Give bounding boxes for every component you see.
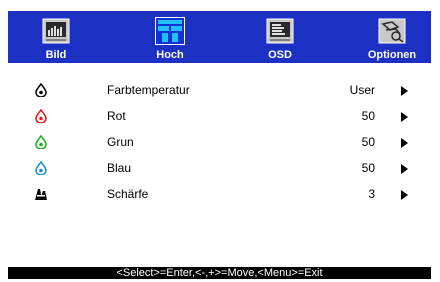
menu-tab-bar: Bild Hoch OSD Optionen — [8, 11, 431, 63]
tab-bild[interactable]: Bild — [20, 11, 92, 63]
green-drop-icon — [35, 135, 47, 149]
blue-drop-icon — [35, 161, 47, 175]
tab-label: Optionen — [367, 49, 417, 61]
setting-value: 50 — [361, 135, 375, 149]
osd-menu: Bild Hoch OSD Optionen Farbtemperatur Us… — [8, 11, 431, 279]
setting-row-schaerfe[interactable]: Schärfe 3 — [8, 181, 431, 207]
setting-label: Blau — [107, 161, 132, 175]
setting-row-farbtemperatur[interactable]: Farbtemperatur User — [8, 77, 431, 103]
arrow-right-icon[interactable] — [401, 86, 408, 96]
tab-hoch[interactable]: Hoch — [138, 11, 202, 63]
setting-value: 3 — [368, 187, 375, 201]
red-drop-icon — [35, 109, 47, 123]
setting-label: Schärfe — [107, 187, 149, 201]
sharpness-icon — [35, 189, 47, 200]
options-icon — [378, 18, 406, 44]
osd-icon — [266, 18, 294, 44]
arrow-right-icon[interactable] — [401, 190, 408, 200]
status-bar: <Select>=Enter,<-,+>=Move,<Menu>=Exit — [8, 267, 431, 279]
setting-row-blau[interactable]: Blau 50 — [8, 155, 431, 181]
setting-row-rot[interactable]: Rot 50 — [8, 103, 431, 129]
setting-label: Rot — [107, 109, 126, 123]
setting-value: 50 — [361, 161, 375, 175]
color-temperature-icon — [35, 83, 47, 97]
setting-value: User — [349, 83, 375, 97]
setting-row-grun[interactable]: Grun 50 — [8, 129, 431, 155]
setting-value: 50 — [361, 109, 375, 123]
tab-label: OSD — [268, 49, 292, 61]
settings-list: Farbtemperatur User Rot 50 Grun 50 Blau … — [8, 63, 431, 207]
setting-label: Grun — [107, 135, 134, 149]
setting-label: Farbtemperatur — [107, 83, 190, 97]
picture-icon — [42, 18, 70, 44]
tab-optionen[interactable]: Optionen — [356, 11, 428, 63]
tab-osd[interactable]: OSD — [248, 11, 312, 63]
arrow-right-icon[interactable] — [401, 112, 408, 122]
advanced-icon — [155, 17, 185, 45]
arrow-right-icon[interactable] — [401, 138, 408, 148]
tab-label: Hoch — [156, 49, 184, 61]
tab-label: Bild — [45, 49, 67, 61]
arrow-right-icon[interactable] — [401, 164, 408, 174]
